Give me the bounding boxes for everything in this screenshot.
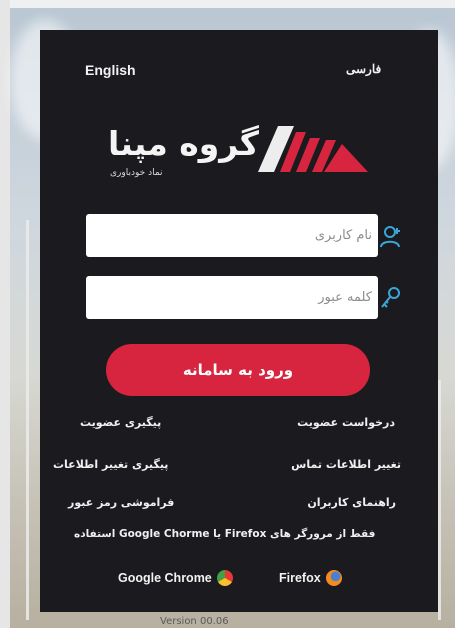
chrome-label: Google Chrome <box>118 571 212 585</box>
logo-mark-icon <box>258 126 368 172</box>
username-input[interactable] <box>86 214 372 257</box>
login-button[interactable]: ورود به سامانه <box>106 344 370 396</box>
mapna-logo: گروه مپنا نماد خودباوری <box>106 110 368 190</box>
language-farsi-link[interactable]: فارسی <box>346 62 381 76</box>
chrome-icon <box>216 570 233 586</box>
track-info-change-link[interactable]: پیگیری تغییر اطلاعات <box>53 458 168 471</box>
firefox-icon <box>325 570 342 586</box>
login-panel: English فارسی گروه مپنا نماد خودباوری ور… <box>40 30 438 612</box>
membership-request-link[interactable]: درخواست عضویت <box>297 416 395 429</box>
logo-text: گروه مپنا <box>108 124 260 163</box>
logo-tagline: نماد خودباوری <box>110 168 163 178</box>
chrome-link[interactable]: Google Chrome <box>118 570 233 586</box>
password-input[interactable] <box>86 276 372 319</box>
background-turbine-tower <box>438 380 441 620</box>
browser-note: فقط از مرورگر های Firefox یا Google Chor… <box>74 528 376 540</box>
forgot-password-link[interactable]: فراموشی رمز عبور <box>68 496 174 509</box>
version-label: Version 00.06 <box>160 616 229 627</box>
firefox-link[interactable]: Firefox <box>279 570 342 586</box>
username-field[interactable] <box>86 214 378 257</box>
password-field[interactable] <box>86 276 378 319</box>
user-plus-icon <box>380 226 400 248</box>
change-contact-info-link[interactable]: تغییر اطلاعات تماس <box>291 458 401 471</box>
key-icon <box>381 287 400 308</box>
membership-tracking-link[interactable]: پیگیری عضویت <box>80 416 161 429</box>
page-top-strip <box>0 0 455 8</box>
language-english-link[interactable]: English <box>85 62 136 78</box>
background-turbine-tower <box>26 220 29 620</box>
firefox-label: Firefox <box>279 571 321 585</box>
user-guide-link[interactable]: راهنمای کاربران <box>307 496 396 509</box>
page-left-strip <box>0 0 10 628</box>
